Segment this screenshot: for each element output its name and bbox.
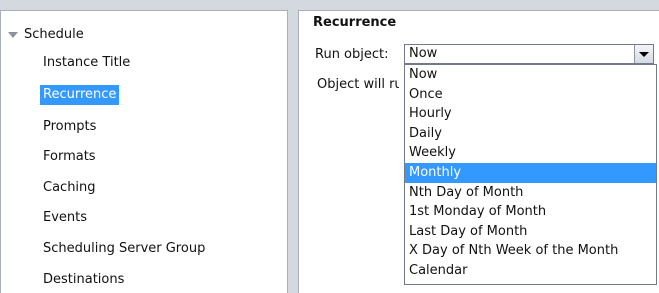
chevron-down-icon — [639, 52, 649, 57]
nav-item-formats[interactable]: Formats — [40, 147, 99, 167]
option-x-day-of-nth-week[interactable]: X Day of Nth Week of the Month — [405, 241, 656, 261]
option-daily[interactable]: Daily — [405, 124, 656, 144]
nav-item-instance-title[interactable]: Instance Title — [40, 53, 133, 73]
run-object-label: Run object: — [315, 47, 389, 62]
section-title: Recurrence — [313, 15, 397, 30]
option-once[interactable]: Once — [405, 85, 656, 105]
option-nth-day-of-month[interactable]: Nth Day of Month — [405, 183, 656, 203]
nav-item-destinations[interactable]: Destinations — [40, 270, 127, 290]
option-last-day-of-month[interactable]: Last Day of Month — [405, 222, 656, 242]
object-will-run-label: Object will ru — [317, 77, 399, 92]
nav-item-prompts[interactable]: Prompts — [40, 117, 99, 137]
option-hourly[interactable]: Hourly — [405, 104, 656, 124]
option-1st-monday-of-month[interactable]: 1st Monday of Month — [405, 202, 656, 222]
run-object-select[interactable]: Now — [404, 44, 654, 64]
expand-triangle-icon[interactable] — [8, 31, 18, 38]
nav-item-recurrence[interactable]: Recurrence — [40, 85, 120, 105]
nav-item-caching[interactable]: Caching — [40, 178, 99, 198]
navigation-panel: Schedule Instance Title Recurrence Promp… — [0, 10, 288, 293]
option-weekly[interactable]: Weekly — [405, 143, 656, 163]
option-calendar[interactable]: Calendar — [405, 261, 656, 281]
run-object-dropdown-list: Now Once Hourly Daily Weekly Monthly Nth… — [404, 64, 657, 285]
run-object-value: Now — [409, 46, 438, 61]
nav-item-scheduling-server-group[interactable]: Scheduling Server Group — [40, 239, 208, 259]
nav-item-events[interactable]: Events — [40, 208, 90, 228]
dropdown-button[interactable] — [634, 45, 653, 63]
option-now[interactable]: Now — [405, 65, 656, 85]
option-monthly[interactable]: Monthly — [405, 162, 656, 183]
tree-node-label: Schedule — [24, 26, 84, 42]
tree-node-schedule[interactable]: Schedule — [8, 25, 84, 43]
